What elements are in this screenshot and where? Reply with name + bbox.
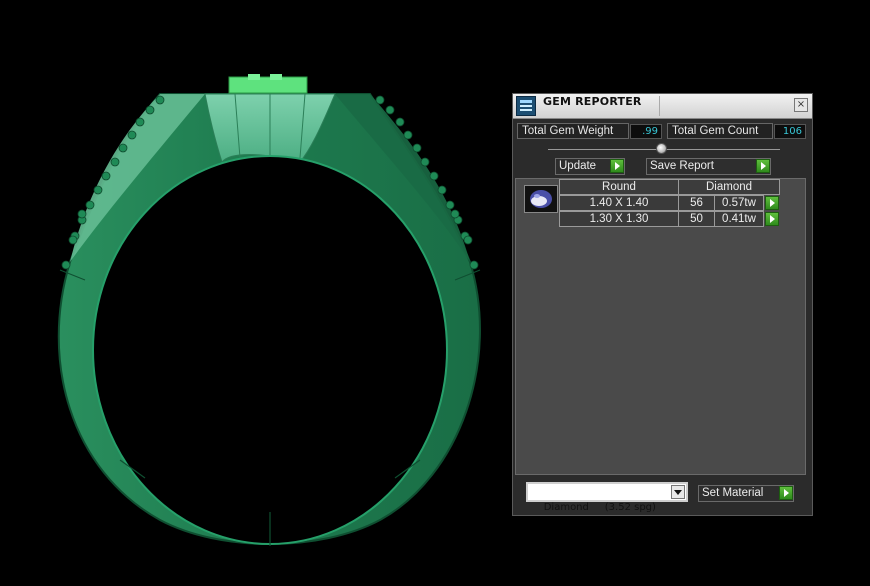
- size-slider-thumb[interactable]: [656, 143, 667, 154]
- table-cell-weight: 0.41tw: [714, 211, 764, 227]
- save-report-button-label: Save Report: [650, 160, 714, 172]
- panel-titlebar[interactable]: GEM REPORTER ×: [513, 94, 812, 119]
- green-play-arrow-icon[interactable]: [756, 159, 770, 173]
- table-cell-size: 1.30 X 1.30: [559, 211, 679, 227]
- material-dropdown[interactable]: Diamond (3.52 spg): [526, 482, 688, 513]
- gem-reporter-app-icon: [516, 96, 536, 116]
- gem-report-area: Round Diamond 1.40 X 1.40 56 0.57tw 1.30…: [515, 178, 806, 475]
- green-play-arrow-icon[interactable]: [765, 196, 779, 210]
- chevron-down-icon[interactable]: [671, 485, 685, 499]
- ring-inner-hole: [92, 155, 448, 545]
- close-icon[interactable]: ×: [794, 98, 808, 112]
- total-gem-weight-value: .99: [630, 124, 662, 139]
- set-material-button[interactable]: Set Material: [698, 485, 794, 502]
- total-gem-weight-label: Total Gem Weight: [517, 123, 629, 139]
- material-dropdown-value: Diamond (3.52 spg): [543, 502, 656, 513]
- panel-title: GEM REPORTER: [543, 95, 642, 108]
- green-play-arrow-icon[interactable]: [779, 486, 793, 500]
- gem-reporter-panel: GEM REPORTER × Total Gem Weight .99 Tota…: [512, 93, 813, 516]
- table-header-material: Diamond: [678, 179, 780, 195]
- green-play-arrow-icon[interactable]: [610, 159, 624, 173]
- center-setting: [228, 76, 308, 94]
- save-report-button[interactable]: Save Report: [646, 158, 771, 175]
- set-material-button-label: Set Material: [702, 487, 764, 499]
- green-play-arrow-icon[interactable]: [765, 212, 779, 226]
- total-gem-count-value: 106: [774, 124, 806, 139]
- update-button[interactable]: Update: [555, 158, 625, 175]
- total-gem-count-label: Total Gem Count: [667, 123, 773, 139]
- title-divider: [659, 96, 660, 116]
- table-cell-size: 1.40 X 1.40: [559, 195, 679, 211]
- table-header-shape: Round: [559, 179, 679, 195]
- table-cell-count: 50: [678, 211, 715, 227]
- table-cell-count: 56: [678, 195, 715, 211]
- round-gem-icon: [524, 185, 558, 213]
- table-cell-weight: 0.57tw: [714, 195, 764, 211]
- update-button-label: Update: [559, 160, 597, 172]
